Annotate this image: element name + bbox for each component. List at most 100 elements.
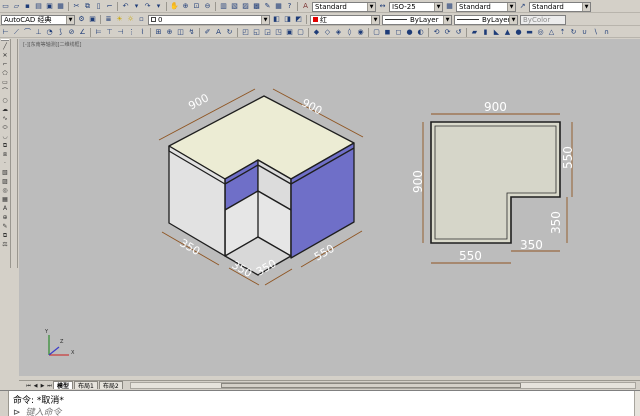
calculator-icon[interactable]: ▦ [274,2,283,11]
zoom-realtime-icon[interactable]: ⊕ [181,2,190,11]
undo-icon[interactable]: ↶ [121,2,130,11]
undo-dropdown-icon[interactable]: ▾ [132,2,141,11]
revolve-icon[interactable]: ↻ [569,28,578,37]
tab-layout2[interactable]: 布局2 [98,381,123,390]
cone-icon[interactable]: ▲ [503,28,512,37]
table-style-select[interactable]: Standard ▼ [456,1,516,12]
save-icon[interactable]: ▪ [23,2,32,11]
radius-icon[interactable]: ◔ [45,28,54,37]
view-front-icon[interactable]: ▣ [285,28,294,37]
linear-dim-icon[interactable]: ⊢ [1,28,10,37]
line-icon[interactable]: ╱ [1,43,9,51]
linetype-select[interactable]: ByLayer ▼ [382,14,452,25]
preview-icon[interactable]: ▣ [45,2,54,11]
point-icon[interactable]: · [1,160,9,168]
view-back-icon[interactable]: ▢ [296,28,305,37]
free-orbit-icon[interactable]: ⟳ [443,28,452,37]
polyline-icon[interactable]: ⌐ [1,61,9,69]
intersect-icon[interactable]: ∩ [602,28,611,37]
toolbar-grip[interactable] [1,39,9,41]
mtext-icon[interactable]: A [1,205,9,213]
prev-tab-icon[interactable]: ◀ [32,382,39,389]
insert-block-icon[interactable]: ⧉ [1,142,9,150]
new-icon[interactable]: ▭ [1,2,10,11]
sun-icon[interactable]: ☼ [126,15,135,24]
make-current-layer-icon[interactable]: ◧ [272,15,281,24]
dim-space-icon[interactable]: ⋮ [127,28,136,37]
view-top-icon[interactable]: ◰ [241,28,250,37]
dim-update-icon[interactable]: ↻ [225,28,234,37]
modify-mirror-icon[interactable]: ⚖ [1,241,9,249]
layer-state-icon[interactable]: ◩ [294,15,303,24]
jogged-linear-icon[interactable]: ↯ [187,28,196,37]
zoom-previous-icon[interactable]: ⊖ [203,2,212,11]
paste-icon[interactable]: ▯ [94,2,103,11]
workspace-select[interactable]: AutoCAD 经典 ▼ [1,14,75,25]
workspace-gear-icon[interactable]: ▣ [88,15,97,24]
matchprop-icon[interactable]: ⌐ [105,2,114,11]
shade-3d-icon[interactable]: ◼ [383,28,392,37]
aligned-dim-icon[interactable]: ⟋ [12,28,21,37]
arc-length-icon[interactable]: ⌒ [23,28,32,37]
multileader-style-select[interactable]: Standard ▼ [529,1,591,12]
camera-icon[interactable]: ◉ [356,28,365,37]
shade-realistic-icon[interactable]: ● [405,28,414,37]
dimedit-icon[interactable]: ✐ [203,28,212,37]
view-left-icon[interactable]: ◲ [263,28,272,37]
layer-properties-icon[interactable]: ≣ [104,15,113,24]
layer-previous-icon[interactable]: ◨ [283,15,292,24]
view-right-icon[interactable]: ◳ [274,28,283,37]
diameter-icon[interactable]: ⊘ [67,28,76,37]
bulb-icon[interactable]: ☀ [115,15,124,24]
continue-icon[interactable]: ⊣ [116,28,125,37]
box-icon[interactable]: ▮ [481,28,490,37]
command-window-grip[interactable] [0,391,9,416]
dim-style-select[interactable]: ISO-25 ▼ [389,1,443,12]
add-selected-icon[interactable]: ⊕ [1,214,9,222]
markup-icon[interactable]: ✎ [263,2,272,11]
polysolid-icon[interactable]: ▰ [470,28,479,37]
make-block-icon[interactable]: ⧈ [1,151,9,159]
center-mark-icon[interactable]: ⊕ [165,28,174,37]
sphere-icon[interactable]: ● [514,28,523,37]
arc-icon[interactable]: ⌒ [1,88,9,96]
extrude-icon[interactable]: ⇡ [558,28,567,37]
command-scrollbar[interactable] [634,391,640,416]
jogged-icon[interactable]: ⟆ [56,28,65,37]
table-style-icon[interactable]: ▦ [445,2,454,11]
angular-icon[interactable]: ∠ [78,28,87,37]
zoom-window-icon[interactable]: ⊡ [192,2,201,11]
drawing-area[interactable]: [-][东南等轴测][二维线框] 900 900 350 350 350 550… [19,39,640,376]
designcenter-icon[interactable]: ▧ [230,2,239,11]
baseline-icon[interactable]: ⊤ [105,28,114,37]
lineweight-select[interactable]: ByLayer ▼ [454,14,518,25]
redo-icon[interactable]: ↷ [143,2,152,11]
view-se-iso-icon[interactable]: ◇ [323,28,332,37]
shade-hidden-icon[interactable]: ◻ [394,28,403,37]
properties-icon[interactable]: ▥ [219,2,228,11]
pan-icon[interactable]: ✋ [170,2,179,11]
plot-icon[interactable]: ▤ [34,2,43,11]
toolpalettes-icon[interactable]: ▨ [241,2,250,11]
wedge-icon[interactable]: ◣ [492,28,501,37]
continuous-orbit-icon[interactable]: ↺ [454,28,463,37]
construction-line-icon[interactable]: ✕ [1,52,9,60]
gradient-icon[interactable]: ▨ [1,178,9,186]
tab-model[interactable]: 模型 [53,381,74,390]
tab-layout1[interactable]: 布局1 [74,381,98,390]
circle-icon[interactable]: ○ [1,97,9,105]
dimtedit-icon[interactable]: A [214,28,223,37]
dim-style-icon[interactable]: ↔ [378,2,387,11]
ellipse-arc-icon[interactable]: ◡ [1,133,9,141]
first-tab-icon[interactable]: ⏮ [25,382,32,389]
last-tab-icon[interactable]: ⏭ [46,382,53,389]
publish-icon[interactable]: ▦ [56,2,65,11]
rectangle-icon[interactable]: ▭ [1,79,9,87]
region-icon[interactable]: ◎ [1,187,9,195]
table-icon[interactable]: ▦ [1,196,9,204]
layer-select[interactable]: 0 ▼ [148,14,270,25]
sheetset-icon[interactable]: ▩ [252,2,261,11]
redo-dropdown-icon[interactable]: ▾ [154,2,163,11]
color-select[interactable]: 红 ▼ [310,14,380,25]
modify-copy-icon[interactable]: ⧉ [1,232,9,240]
